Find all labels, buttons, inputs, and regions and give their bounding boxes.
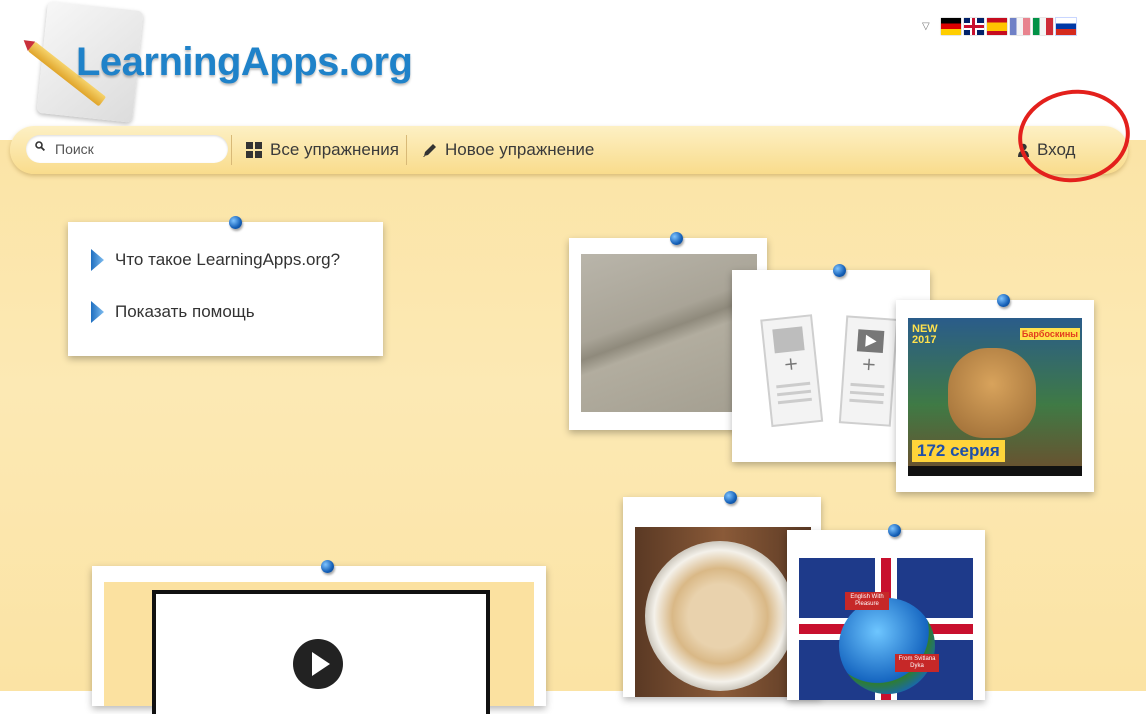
what-is-learningapps-link[interactable]: Что такое LearningApps.org? bbox=[90, 248, 340, 272]
bowl-icon bbox=[645, 541, 795, 691]
all-exercises-link[interactable]: Все упражнения bbox=[246, 140, 399, 160]
nav-bar: Все упражнения Новое упражнение Вход bbox=[10, 126, 1128, 174]
italy-flag-icon[interactable] bbox=[1032, 18, 1053, 35]
germany-flag-icon[interactable] bbox=[940, 18, 961, 35]
svg-text:+: + bbox=[861, 354, 878, 376]
english-author: From Svitlana Dyka bbox=[895, 654, 939, 672]
video-controls-bar bbox=[908, 466, 1082, 476]
info-item-label: Что такое LearningApps.org? bbox=[115, 250, 341, 269]
pin-icon bbox=[833, 264, 846, 277]
pin-icon bbox=[724, 491, 737, 504]
new-exercise-label: Новое упражнение bbox=[445, 140, 595, 159]
nav-divider bbox=[231, 135, 232, 165]
pin-icon bbox=[321, 560, 334, 573]
pin-icon bbox=[888, 524, 901, 537]
food-thumbnail bbox=[635, 527, 811, 697]
all-exercises-label: Все упражнения bbox=[270, 140, 399, 159]
svg-text:+: + bbox=[782, 353, 799, 375]
logo[interactable]: LearningApps.org bbox=[0, 0, 420, 130]
fabric-thumbnail bbox=[581, 254, 757, 412]
language-dropdown-icon[interactable]: ▽ bbox=[922, 21, 930, 32]
video-player[interactable] bbox=[152, 590, 490, 714]
english-title: English With Pleasure bbox=[845, 592, 889, 610]
cartoon-brand: Барбоскины bbox=[1019, 328, 1080, 340]
cartoon-episode: 172 серия bbox=[912, 440, 1005, 462]
create-app-illustration-icon: + + bbox=[760, 314, 899, 428]
play-icon[interactable] bbox=[292, 638, 344, 690]
france-flag-icon[interactable] bbox=[1009, 18, 1030, 35]
dog-character-icon bbox=[948, 348, 1036, 438]
russia-flag-icon[interactable] bbox=[1054, 17, 1077, 36]
language-bar: ▽ bbox=[922, 17, 1077, 36]
pin-icon bbox=[997, 294, 1010, 307]
app-card-cartoon[interactable]: NEW 2017 Барбоскины 172 серия bbox=[896, 294, 1094, 492]
new-exercise-link[interactable]: Новое упражнение bbox=[422, 140, 594, 160]
logo-text[interactable]: LearningApps.org bbox=[76, 40, 413, 85]
video-frame-background bbox=[104, 582, 534, 714]
search-box bbox=[26, 135, 228, 163]
globe-icon bbox=[839, 598, 935, 694]
video-card[interactable] bbox=[92, 560, 546, 714]
nav-divider bbox=[406, 135, 407, 165]
spain-flag-icon[interactable] bbox=[986, 18, 1007, 35]
grid-icon bbox=[246, 142, 262, 158]
cartoon-badge: NEW 2017 bbox=[912, 323, 938, 346]
pin-icon bbox=[229, 216, 242, 229]
info-item-label: Показать помощь bbox=[115, 302, 255, 321]
search-input[interactable] bbox=[53, 140, 222, 158]
arrow-right-icon bbox=[91, 301, 104, 323]
search-icon bbox=[35, 141, 45, 151]
arrow-right-icon bbox=[91, 249, 104, 271]
pencil-icon bbox=[423, 143, 436, 157]
app-card-english[interactable]: English With Pleasure From Svitlana Dyka bbox=[787, 524, 985, 700]
show-help-link[interactable]: Показать помощь bbox=[90, 300, 255, 324]
uk-flag-icon[interactable] bbox=[963, 18, 984, 35]
english-thumbnail: English With Pleasure From Svitlana Dyka bbox=[799, 558, 973, 700]
info-card: Что такое LearningApps.org? Показать пом… bbox=[68, 216, 383, 356]
pin-icon bbox=[670, 232, 683, 245]
cartoon-thumbnail: NEW 2017 Барбоскины 172 серия bbox=[908, 318, 1082, 476]
